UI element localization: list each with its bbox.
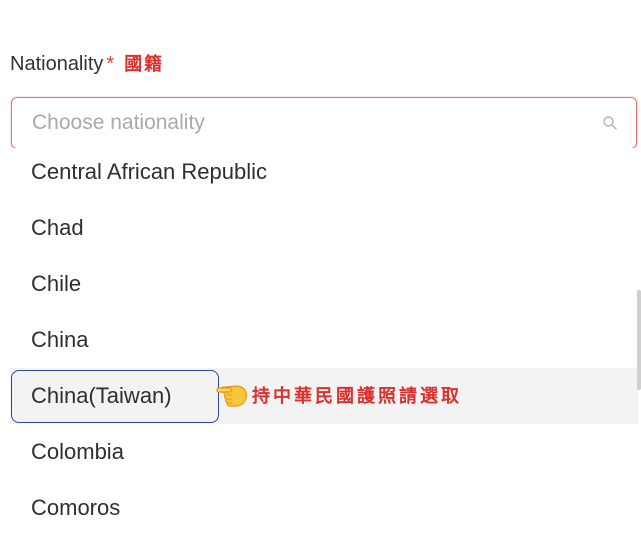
option-central-african-republic[interactable]: Central African Republic xyxy=(10,148,638,200)
pointing-hand-icon xyxy=(216,385,248,407)
taiwan-passport-annotation: 持中華民國護照請選取 xyxy=(216,380,462,410)
select-placeholder: Choose nationality xyxy=(32,111,205,134)
required-marker: * xyxy=(106,53,115,75)
option-china[interactable]: China xyxy=(10,312,638,368)
annotation-text: 持中華民國護照請選取 xyxy=(252,386,462,406)
nationality-select-page: Nationality * 國籍 Choose nationality Cent… xyxy=(0,0,641,536)
nationality-select-input[interactable]: Choose nationality xyxy=(11,97,637,149)
option-chad[interactable]: Chad xyxy=(10,200,638,256)
search-icon xyxy=(603,116,617,130)
nationality-dropdown-list[interactable]: Central African Republic Chad Chile Chin… xyxy=(10,148,638,536)
highlight-box-china-taiwan xyxy=(11,370,219,423)
field-label-text: Nationality xyxy=(10,53,104,75)
nationality-field-label: Nationality * 國籍 xyxy=(10,50,164,76)
option-chile[interactable]: Chile xyxy=(10,256,638,312)
option-colombia[interactable]: Colombia xyxy=(10,424,638,480)
field-label-chinese: 國籍 xyxy=(124,54,165,74)
dropdown-scrollbar[interactable] xyxy=(637,290,641,390)
option-comoros[interactable]: Comoros xyxy=(10,480,638,536)
